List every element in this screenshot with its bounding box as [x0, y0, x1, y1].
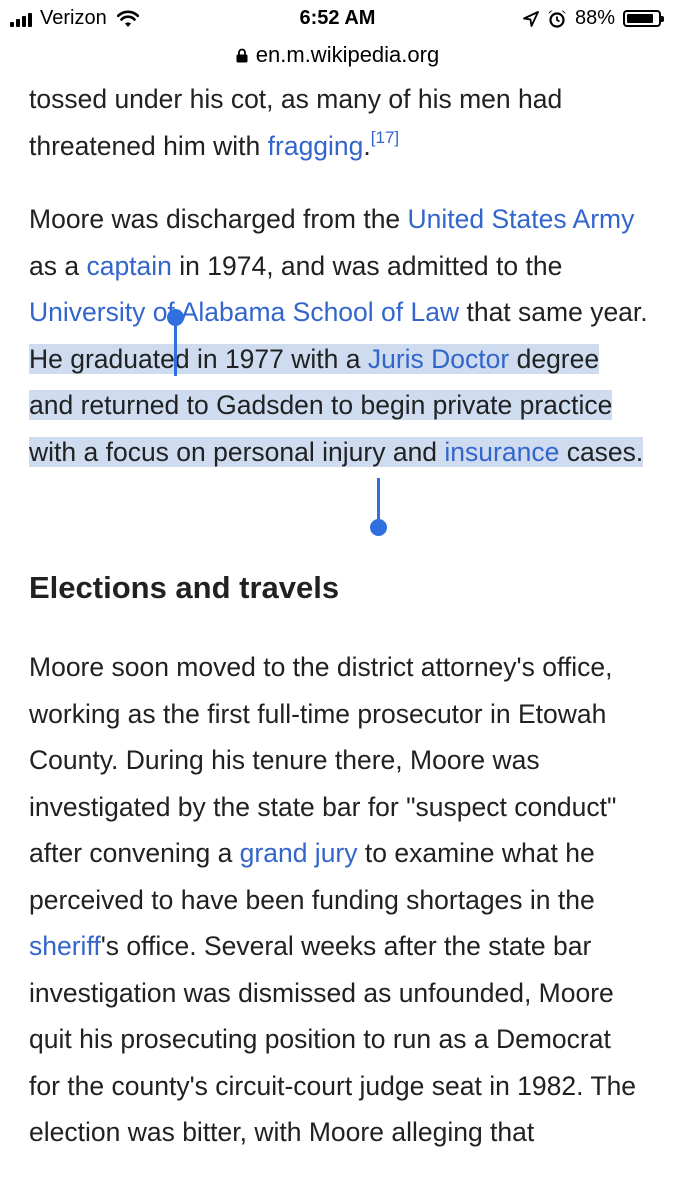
- link-juris-doctor[interactable]: Juris Doctor: [368, 344, 509, 374]
- link-fragging[interactable]: fragging: [268, 131, 364, 161]
- status-bar: Verizon 6:52 AM 88%: [0, 0, 675, 38]
- link-grand-jury[interactable]: grand jury: [240, 838, 358, 868]
- location-icon: [523, 10, 539, 27]
- paragraph-text: Moore soon moved to the district attorne…: [29, 652, 617, 868]
- link-university-of-alabama-school-of-law[interactable]: University of Alabama School of Law: [29, 297, 459, 327]
- selection-start-handle[interactable]: [174, 318, 177, 376]
- selection-end-knob[interactable]: [370, 519, 387, 536]
- url-bar[interactable]: en.m.wikipedia.org: [0, 38, 675, 72]
- url-domain[interactable]: en.m.wikipedia.org: [256, 42, 439, 68]
- link-united-states-army[interactable]: United States Army: [408, 204, 635, 234]
- paragraph-text: in 1974, and was admitted to the: [171, 250, 563, 281]
- paragraph-text: as a: [29, 250, 87, 281]
- paragraph-3: Moore soon moved to the district attorne…: [29, 644, 649, 1156]
- link-insurance[interactable]: insurance: [444, 437, 559, 467]
- battery-icon: [623, 10, 664, 27]
- paragraph-1: tossed under his cot, as many of his men…: [29, 76, 649, 169]
- paragraph-2: Moore was discharged from the United Sta…: [29, 196, 649, 475]
- selected-text[interactable]: He graduated in 1977 with a Juris Doctor…: [29, 343, 644, 467]
- link-sheriff[interactable]: sheriff: [29, 931, 101, 961]
- selected-text-part: cases.: [559, 436, 644, 467]
- lock-icon: [236, 48, 248, 62]
- status-right: 88%: [523, 7, 664, 30]
- section-heading: Elections and travels: [29, 570, 340, 605]
- selected-text-part: He graduated in 1977 with a: [29, 343, 368, 374]
- battery-fill: [627, 14, 654, 23]
- paragraph-text: .: [363, 130, 371, 161]
- alarm-icon: [548, 9, 566, 28]
- link-captain[interactable]: captain: [86, 251, 171, 281]
- battery-percent: 88%: [574, 7, 615, 29]
- paragraph-text: 's office. Several weeks after the state…: [29, 931, 637, 1147]
- reference-17[interactable]: [17]: [371, 128, 399, 147]
- paragraph-text: Moore was discharged from the: [29, 204, 408, 234]
- paragraph-text: that same year.: [459, 297, 648, 327]
